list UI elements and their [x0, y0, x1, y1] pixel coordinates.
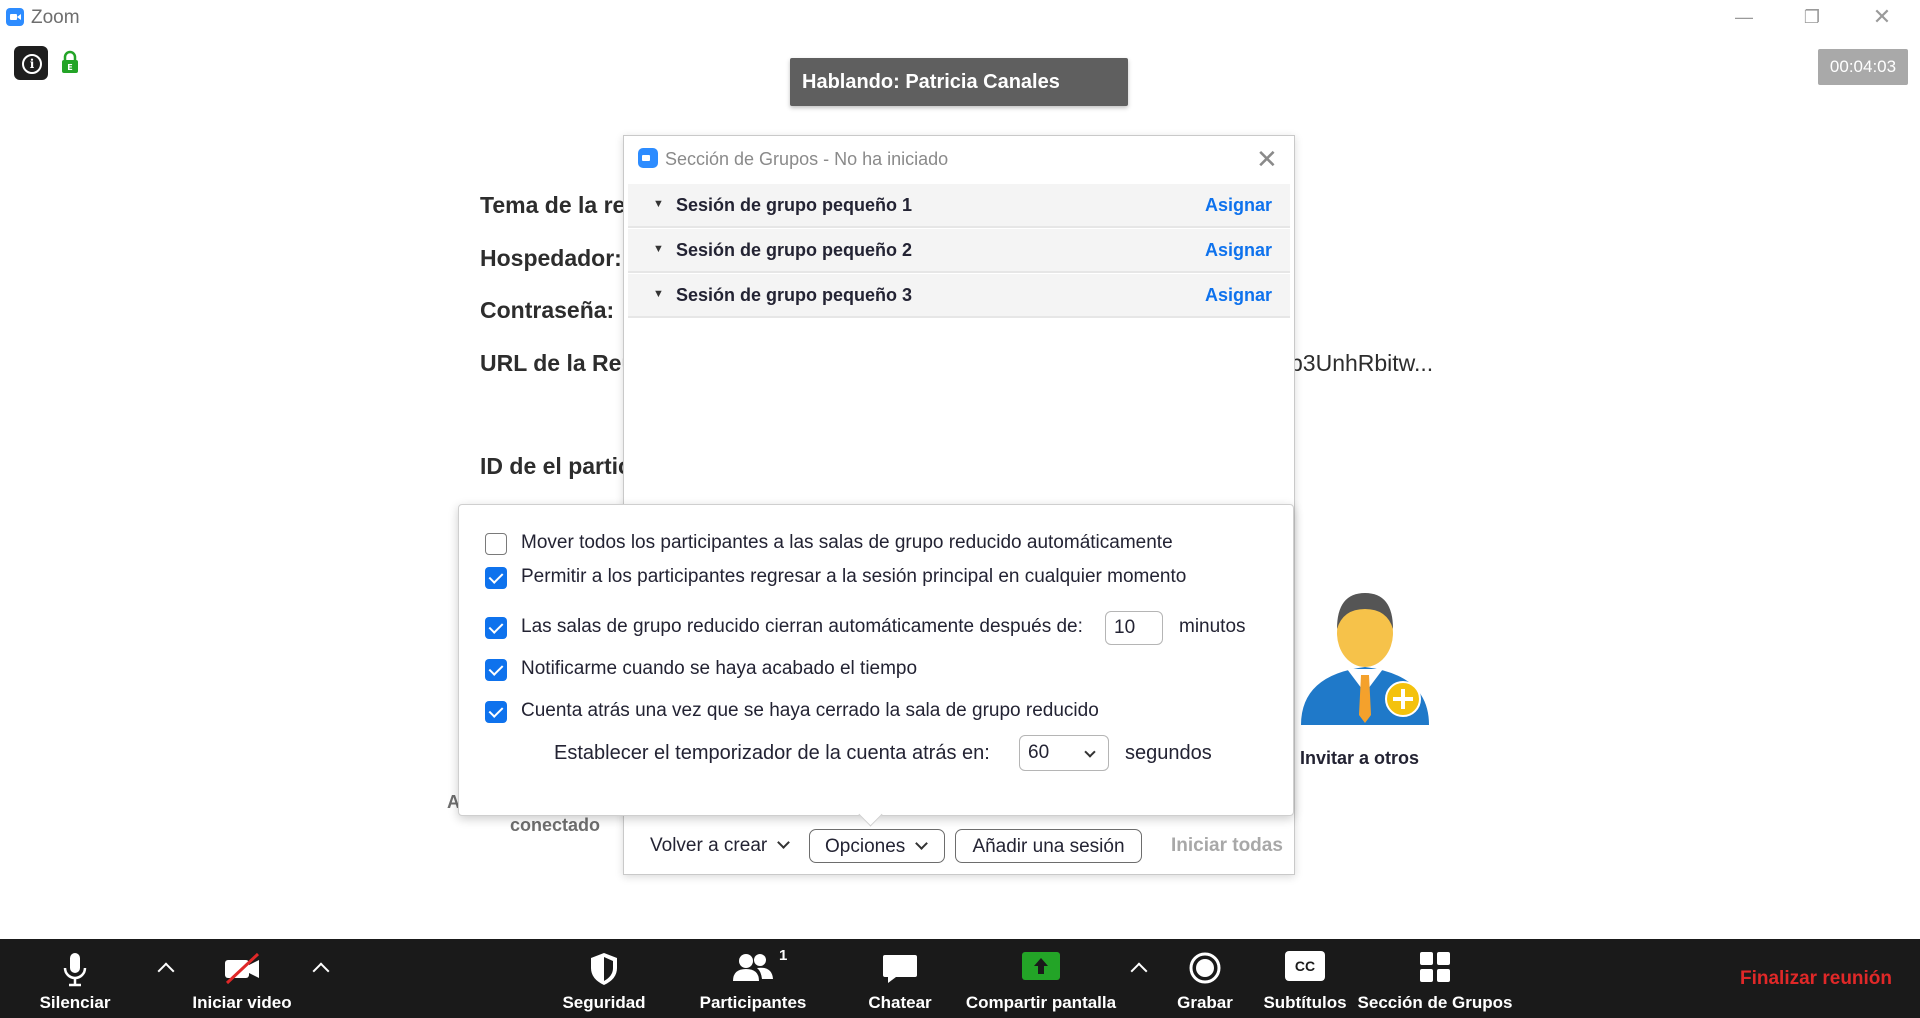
- allow-return-checkbox[interactable]: [485, 567, 507, 589]
- meeting-url-value[interactable]: p3UnhRbitw...: [1290, 350, 1433, 377]
- start-all-button[interactable]: Iniciar todas: [1171, 829, 1283, 863]
- auto-close-checkbox[interactable]: [485, 617, 507, 639]
- host-label: Hospedador:: [480, 245, 622, 271]
- assign-link[interactable]: Asignar: [1205, 285, 1272, 306]
- password-label: Contraseña:: [480, 297, 615, 323]
- meeting-info-button[interactable]: i: [14, 46, 48, 80]
- expand-caret-icon[interactable]: ▼: [653, 288, 664, 300]
- breakout-rooms-button[interactable]: Sección de Grupos: [1355, 939, 1515, 1018]
- options-button[interactable]: Opciones: [809, 829, 945, 863]
- recreate-label: Volver a crear: [650, 835, 768, 856]
- record-label: Grabar: [1177, 993, 1233, 1012]
- assign-link[interactable]: Asignar: [1205, 240, 1272, 261]
- meeting-timer: 00:04:03: [1818, 49, 1908, 85]
- captions-label: Subtítulos: [1263, 993, 1347, 1012]
- topic-label: Tema de la re: [480, 192, 626, 218]
- captions-button[interactable]: CC Subtítulos: [1260, 939, 1350, 1018]
- chevron-down-icon: [1084, 746, 1096, 758]
- countdown-checkbox[interactable]: [485, 701, 507, 723]
- allow-return-label: Permitir a los participantes regresar a …: [521, 566, 1187, 587]
- chat-icon: [883, 955, 917, 983]
- url-label: URL de la Reu: [480, 350, 636, 376]
- start-video-label: Iniciar video: [192, 993, 292, 1012]
- expand-caret-icon[interactable]: ▼: [653, 198, 664, 210]
- share-options-caret-icon[interactable]: [1130, 962, 1148, 980]
- session-name: Sesión de grupo pequeño 3: [676, 285, 913, 305]
- share-screen-label: Compartir pantalla: [965, 993, 1117, 1012]
- breakout-session-row[interactable]: ▼ Sesión de grupo pequeño 1 Asignar: [628, 184, 1290, 228]
- security-label: Seguridad: [562, 993, 646, 1012]
- dialog-title-bar: Sección de Grupos - No ha iniciado ✕: [624, 136, 1294, 182]
- chevron-down-icon: [777, 836, 791, 849]
- countdown-seconds-select[interactable]: 60: [1019, 735, 1109, 771]
- minimize-button[interactable]: —: [1724, 4, 1764, 30]
- chat-button[interactable]: Chatear: [850, 939, 950, 1018]
- participants-icon: [733, 954, 773, 981]
- options-popup: Mover todos los participantes a las sala…: [458, 504, 1294, 816]
- auto-move-label: Mover todos los participantes a las sala…: [521, 532, 1173, 553]
- shield-icon: [591, 953, 617, 985]
- countdown-label: Cuenta atrás una vez que se haya cerrado…: [521, 700, 1099, 721]
- dialog-close-icon[interactable]: ✕: [1256, 144, 1278, 175]
- microphone-icon: [63, 953, 87, 987]
- breakout-session-row[interactable]: ▼ Sesión de grupo pequeño 3 Asignar: [628, 274, 1290, 318]
- security-button[interactable]: Seguridad: [554, 939, 654, 1018]
- minutes-unit-label: minutos: [1179, 616, 1246, 637]
- session-name: Sesión de grupo pequeño 2: [676, 240, 913, 260]
- invite-others-label[interactable]: Invitar a otros: [1300, 748, 1419, 769]
- countdown-timer-label: Establecer el temporizador de la cuenta …: [554, 742, 990, 764]
- active-speaker-banner: Hablando: Patricia Canales: [790, 58, 1128, 106]
- video-off-icon: [225, 952, 260, 985]
- add-session-button[interactable]: Añadir una sesión: [955, 829, 1142, 863]
- meeting-toolbar: Silenciar Iniciar video Seguridad 1 Part…: [0, 939, 1920, 1018]
- grid-icon: [1420, 952, 1450, 982]
- dialog-title: Sección de Grupos - No ha iniciado: [665, 149, 949, 169]
- share-screen-icon: [1022, 952, 1060, 980]
- zoom-logo-icon: [638, 148, 658, 168]
- expand-caret-icon[interactable]: ▼: [653, 243, 664, 255]
- app-title: Zoom: [31, 7, 80, 28]
- video-options-caret-icon[interactable]: [312, 962, 330, 980]
- dialog-footer: Volver a crear Opciones Añadir una sesió…: [624, 820, 1294, 874]
- notify-checkbox[interactable]: [485, 659, 507, 681]
- participants-label: Participantes: [699, 993, 807, 1012]
- connected-status: conectado: [510, 815, 601, 835]
- auto-close-label: Las salas de grupo reducido cierran auto…: [521, 616, 1083, 637]
- participants-button[interactable]: 1 Participantes: [693, 939, 813, 1018]
- invite-user-icon[interactable]: [1295, 575, 1435, 735]
- closed-captions-icon: CC: [1285, 951, 1325, 981]
- options-label: Opciones: [825, 836, 906, 857]
- seconds-unit-label: segundos: [1125, 742, 1212, 764]
- zoom-logo-icon: [6, 8, 24, 26]
- mute-label: Silenciar: [39, 993, 111, 1012]
- audio-options-caret-icon[interactable]: [157, 962, 175, 980]
- close-window-button[interactable]: ✕: [1862, 4, 1902, 30]
- auto-move-checkbox[interactable]: [485, 533, 507, 555]
- assign-link[interactable]: Asignar: [1205, 195, 1272, 216]
- notify-label: Notificarme cuando se haya acabado el ti…: [521, 658, 918, 679]
- info-icon: i: [22, 54, 42, 74]
- session-name: Sesión de grupo pequeño 1: [676, 195, 913, 215]
- chevron-down-icon: [915, 837, 929, 850]
- recreate-button[interactable]: Volver a crear: [650, 829, 791, 863]
- mute-button[interactable]: Silenciar: [20, 939, 130, 1018]
- auto-close-minutes-input[interactable]: 10: [1105, 611, 1163, 645]
- end-meeting-button[interactable]: Finalizar reunión: [1740, 939, 1892, 1018]
- chat-label: Chatear: [868, 993, 932, 1012]
- share-screen-button[interactable]: Compartir pantalla: [960, 939, 1122, 1018]
- encryption-lock-icon[interactable]: E: [60, 50, 80, 74]
- title-bar: Zoom — ❐ ✕: [0, 0, 1920, 34]
- participants-count-badge: 1: [779, 947, 788, 964]
- breakout-session-row[interactable]: ▼ Sesión de grupo pequeño 2 Asignar: [628, 229, 1290, 273]
- maximize-button[interactable]: ❐: [1792, 4, 1832, 30]
- svg-text:E: E: [67, 63, 72, 72]
- breakout-rooms-label: Sección de Grupos: [1357, 993, 1513, 1012]
- participant-id-label: ID de el partic: [480, 453, 631, 479]
- record-button[interactable]: Grabar: [1160, 939, 1250, 1018]
- countdown-seconds-value: 60: [1028, 742, 1050, 763]
- record-icon: [1189, 952, 1221, 984]
- start-video-button[interactable]: Iniciar video: [182, 939, 302, 1018]
